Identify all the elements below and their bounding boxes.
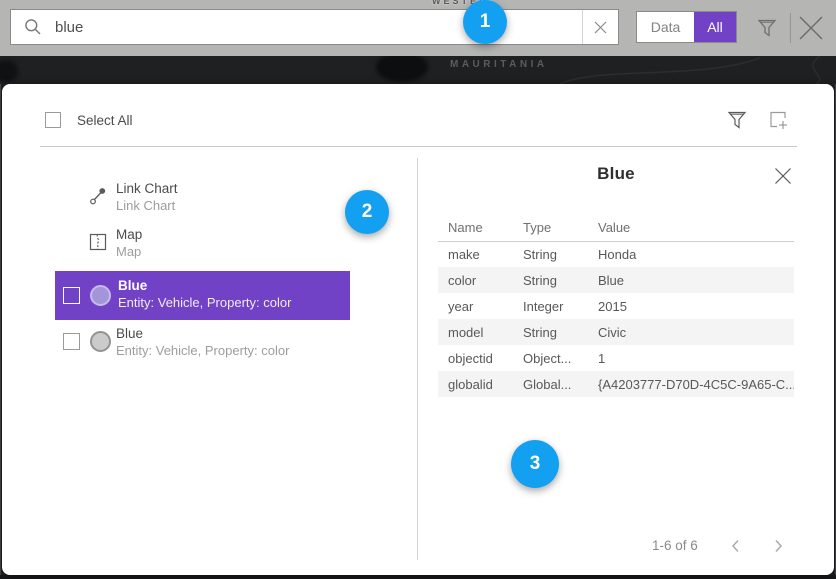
- results-filter-icon[interactable]: [726, 108, 748, 132]
- cell-type: String: [513, 319, 588, 345]
- toolbar-divider: [790, 13, 791, 43]
- search-box: [10, 9, 619, 45]
- search-scope-toggle: Data All: [636, 11, 737, 43]
- result-item-blue[interactable]: Blue Entity: Vehicle, Property: color: [2, 322, 416, 366]
- result-subtitle: Entity: Vehicle, Property: color: [116, 343, 289, 358]
- result-title: Blue: [116, 326, 143, 341]
- cell-name: year: [438, 293, 513, 319]
- select-all-label: Select All: [77, 113, 133, 128]
- filter-icon[interactable]: [756, 16, 778, 40]
- result-item-map[interactable]: Map Map: [2, 226, 416, 266]
- search-results-panel: Select All Link Ch: [2, 84, 834, 575]
- result-title: Map: [116, 227, 142, 242]
- panel-header-divider: [40, 146, 797, 147]
- table-row: year Integer 2015: [438, 293, 794, 319]
- callout-badge-2: 2: [345, 190, 389, 234]
- result-subtitle: Map: [116, 244, 141, 259]
- cell-name: globalid: [438, 371, 513, 397]
- cell-value: Civic: [588, 319, 794, 345]
- cell-value: 1: [588, 345, 794, 371]
- callout-badge-1: 1: [463, 0, 507, 44]
- cell-type: String: [513, 241, 588, 267]
- table-row: globalid Global... {A4203777-D70D-4C5C-9…: [438, 371, 794, 397]
- result-title: Link Chart: [116, 181, 178, 196]
- search-toolbar: WESTER Data All: [0, 0, 836, 56]
- scope-all-button[interactable]: All: [694, 12, 736, 42]
- app-window: MAURITANIA WESTER Data All: [0, 0, 836, 579]
- cell-value: {A4203777-D70D-4C5C-9A65-C...: [588, 371, 794, 397]
- attribute-table: Name Type Value make String Honda color …: [438, 214, 794, 397]
- cell-name: objectid: [438, 345, 513, 371]
- table-header-row: Name Type Value: [438, 214, 794, 241]
- scope-data-button[interactable]: Data: [637, 12, 694, 42]
- table-row: color String Blue: [438, 267, 794, 293]
- column-header-name: Name: [438, 214, 513, 241]
- cell-type: String: [513, 267, 588, 293]
- cell-value: Honda: [588, 241, 794, 267]
- table-row: make String Honda: [438, 241, 794, 267]
- result-subtitle: Link Chart: [116, 198, 175, 213]
- result-title: Blue: [118, 278, 147, 293]
- pagination-next-icon[interactable]: [770, 536, 790, 556]
- search-clear-icon[interactable]: [582, 10, 618, 44]
- detail-close-icon[interactable]: [774, 164, 800, 188]
- cell-type: Object...: [513, 345, 588, 371]
- search-icon: [11, 18, 55, 36]
- cell-value: 2015: [588, 293, 794, 319]
- table-row: model String Civic: [438, 319, 794, 345]
- pagination-prev-icon[interactable]: [728, 536, 748, 556]
- cell-type: Integer: [513, 293, 588, 319]
- result-item-blue-selected[interactable]: Blue Entity: Vehicle, Property: color: [55, 271, 350, 320]
- map-background-top: MAURITANIA: [0, 56, 836, 84]
- map-border-lines: [0, 56, 836, 84]
- entity-circle-icon: [90, 285, 111, 306]
- column-header-value: Value: [588, 214, 794, 241]
- table-row: objectid Object... 1: [438, 345, 794, 371]
- column-header-type: Type: [513, 214, 588, 241]
- select-all-checkbox[interactable]: [45, 112, 61, 128]
- result-subtitle: Entity: Vehicle, Property: color: [118, 295, 291, 310]
- detail-title: Blue: [438, 164, 794, 184]
- cell-name: model: [438, 319, 513, 345]
- result-checkbox[interactable]: [63, 333, 80, 350]
- map-label-mauritania: MAURITANIA: [450, 59, 548, 70]
- link-chart-icon: [88, 186, 108, 206]
- result-checkbox[interactable]: [63, 287, 80, 304]
- cell-value: Blue: [588, 267, 794, 293]
- pagination-range-label: 1-6 of 6: [652, 538, 698, 553]
- map-background-bottom: [0, 575, 836, 579]
- callout-badge-3: 3: [511, 440, 559, 488]
- entity-circle-icon: [90, 331, 111, 352]
- list-detail-divider: [417, 158, 418, 560]
- cell-name: make: [438, 241, 513, 267]
- add-to-selection-icon[interactable]: [766, 108, 790, 132]
- close-search-icon[interactable]: [797, 14, 827, 42]
- map-icon: [88, 232, 108, 252]
- cell-type: Global...: [513, 371, 588, 397]
- cell-name: color: [438, 267, 513, 293]
